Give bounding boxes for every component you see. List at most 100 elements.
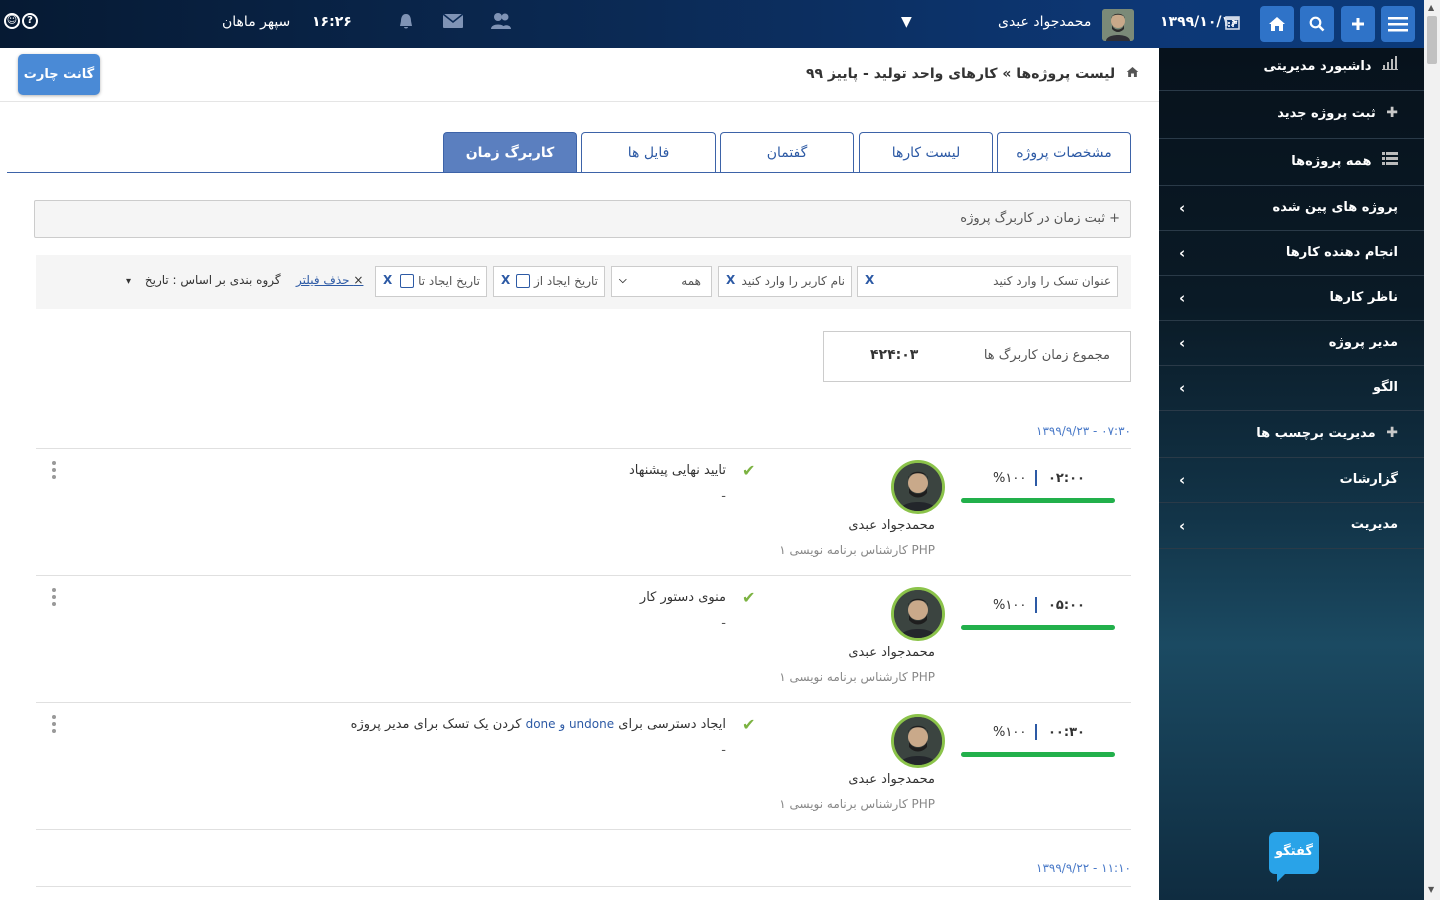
date-group-header: ۱۳۹۹/۹/۲۳ - ۰۷:۳۰ (1036, 424, 1131, 438)
task-title-suffix: کردن یک تسک برای مدیر پروژه (350, 717, 522, 732)
home-icon[interactable] (1126, 66, 1139, 82)
sidebar-item-new-project[interactable]: ثبت پروژه جدید ✚ (1159, 91, 1424, 139)
scrollbar[interactable]: ▲ ▼ (1424, 0, 1440, 900)
sidebar-item-label-management[interactable]: مدیریت برچسب ها ✚ (1159, 411, 1424, 458)
user-role: کارشناس برنامه نویسی ۱ PHP (779, 543, 935, 557)
sidebar-item-dashboard[interactable]: داشبورد مدیریتی (1159, 48, 1424, 91)
progress-fill (961, 625, 1115, 630)
entry-time: ۰۰:۳۰ (1048, 725, 1085, 740)
clear-icon[interactable]: X (865, 273, 874, 287)
avatar (891, 714, 945, 768)
avatar[interactable] (1102, 9, 1134, 41)
more-options-icon[interactable] (52, 461, 58, 482)
chevron-left-icon: ‹ (1179, 516, 1186, 535)
top-bar: ☺ ? سپهر ماهان ۱۶:۲۶ ▼ محمدجواد عبدی ۱۳۹… (0, 0, 1424, 48)
user-name: محمدجواد عبدی (848, 518, 935, 533)
created-from-filter[interactable]: تاریخ ایجاد از X (493, 266, 605, 297)
scroll-down-icon[interactable]: ▼ (1428, 885, 1434, 894)
status-select[interactable]: همه ⌵ (611, 266, 712, 297)
group-by-select[interactable]: ▾ گروه بندی بر اساس : تاریخ (126, 273, 281, 287)
sidebar-item-pinned-projects[interactable]: ‹ پروژه های پین شده (1159, 186, 1424, 231)
clear-filter-link[interactable]: حذف فیلتر × (296, 273, 363, 287)
task-title[interactable]: کردن یک تسک برای مدیر پروژه done و undon… (351, 717, 726, 732)
task-title[interactable]: منوی دستور کار (640, 590, 726, 605)
user-role: کارشناس برنامه نویسی ۱ PHP (779, 797, 935, 811)
sidebar-item-label: پروژه های پین شده (1272, 200, 1398, 215)
search-button[interactable] (1300, 6, 1334, 42)
sidebar-item-label: الگو (1372, 380, 1398, 395)
add-time-entry[interactable]: ثبت زمان در کاربرگ پروژه + (34, 200, 1131, 238)
clear-icon[interactable]: X (501, 273, 510, 287)
user-name: محمدجواد عبدی (848, 645, 935, 660)
time-entry-row: منوی دستور کار ✔ - محمدجواد عبدی کارشناس… (36, 576, 1131, 703)
sidebar-item-template[interactable]: ‹ الگو (1159, 366, 1424, 411)
calendar-icon[interactable] (516, 274, 530, 288)
sidebar-item-label: گزارشات (1339, 472, 1398, 487)
chevron-down-icon: ▾ (126, 276, 132, 287)
chevron-down-icon: ⌵ (619, 275, 627, 286)
more-options-icon[interactable] (52, 715, 58, 736)
task-title-en: done و undone (525, 717, 615, 731)
chevron-left-icon: ‹ (1179, 199, 1186, 217)
chat-button[interactable]: گفتگو (1269, 832, 1319, 882)
tab-task-list[interactable]: لیست کارها (859, 132, 993, 172)
help-icons: ☺ ? (4, 13, 38, 29)
check-icon: ✔ (742, 461, 756, 480)
task-note: - (721, 743, 726, 758)
home-button[interactable] (1260, 6, 1294, 42)
sidebar-item-label: مدیر پروژه (1328, 335, 1398, 350)
separator (1035, 724, 1037, 740)
separator (1035, 597, 1037, 613)
add-button[interactable] (1341, 6, 1375, 42)
bell-icon[interactable] (396, 12, 416, 37)
breadcrumb-text[interactable]: لیست پروژه‌ها » کارهای واحد تولید - پایی… (806, 66, 1115, 82)
scrollbar-thumb[interactable] (1427, 16, 1437, 64)
progress-fill (961, 752, 1115, 757)
clear-filter-label: حذف فیلتر (296, 273, 350, 287)
separator (1035, 470, 1037, 486)
question-circle-icon[interactable]: ? (22, 13, 38, 29)
clear-icon[interactable]: X (726, 273, 735, 287)
users-icon[interactable] (490, 12, 512, 35)
tab-discussion[interactable]: گفتمان (720, 132, 854, 172)
sidebar-item-reports[interactable]: ‹ گزارشات (1159, 458, 1424, 503)
clear-icon[interactable]: X (383, 273, 392, 287)
smiley-icon[interactable]: ☺ (4, 13, 20, 29)
user-name[interactable]: محمدجواد عبدی (998, 14, 1091, 30)
chart-icon (1382, 56, 1398, 74)
menu-button[interactable] (1381, 6, 1415, 42)
tab-project-details[interactable]: مشخصات پروژه (997, 132, 1131, 172)
task-title-filter[interactable]: عنوان تسک را وارد کنید X (857, 266, 1118, 297)
chevron-left-icon: ‹ (1179, 379, 1186, 397)
tab-files[interactable]: فایل ها (581, 132, 716, 172)
task-title[interactable]: تایید نهایی پیشنهاد (629, 463, 726, 478)
close-icon: × (353, 273, 364, 287)
entry-percent: %۱۰۰ (993, 725, 1027, 740)
sidebar-item-label: مدیریت برچسب ها (1256, 426, 1376, 441)
date-group-header: ۱۳۹۹/۹/۲۲ - ۱۱:۱۰ (1036, 861, 1131, 875)
user-name-filter[interactable]: نام کاربر را وارد کنید X (718, 266, 852, 297)
tab-time-sheet[interactable]: کاربرگ زمان (443, 132, 577, 172)
entry-percent: %۱۰۰ (993, 598, 1027, 613)
sidebar-item-project-manager[interactable]: ‹ مدیر پروژه (1159, 321, 1424, 366)
sidebar-item-all-projects[interactable]: همه پروژه‌ها (1159, 139, 1424, 186)
check-icon: ✔ (742, 715, 756, 734)
sidebar-item-management[interactable]: ‹ مدیریت (1159, 503, 1424, 549)
caret-down-icon[interactable]: ▼ (901, 14, 912, 30)
created-from-label: تاریخ ایجاد از (533, 274, 598, 288)
breadcrumb: لیست پروژه‌ها » کارهای واحد تولید - پایی… (806, 66, 1139, 82)
check-icon: ✔ (742, 588, 756, 607)
mail-icon[interactable] (442, 12, 464, 35)
calendar-icon[interactable] (400, 274, 414, 288)
sidebar-item-task-supervisor[interactable]: ‹ ناظر کارها (1159, 276, 1424, 321)
divider (36, 886, 1131, 887)
avatar (891, 460, 945, 514)
sidebar-item-task-doers[interactable]: ‹ انجام دهنده کارها (1159, 231, 1424, 276)
more-options-icon[interactable] (52, 588, 58, 609)
search-icon (1309, 16, 1325, 32)
scroll-up-icon[interactable]: ▲ (1428, 3, 1434, 12)
created-to-label: تاریخ ایجاد تا (418, 274, 480, 288)
clock: ۱۶:۲۶ (312, 14, 352, 30)
created-to-filter[interactable]: تاریخ ایجاد تا X (375, 266, 487, 297)
gantt-chart-button[interactable]: گانت چارت (18, 54, 100, 95)
